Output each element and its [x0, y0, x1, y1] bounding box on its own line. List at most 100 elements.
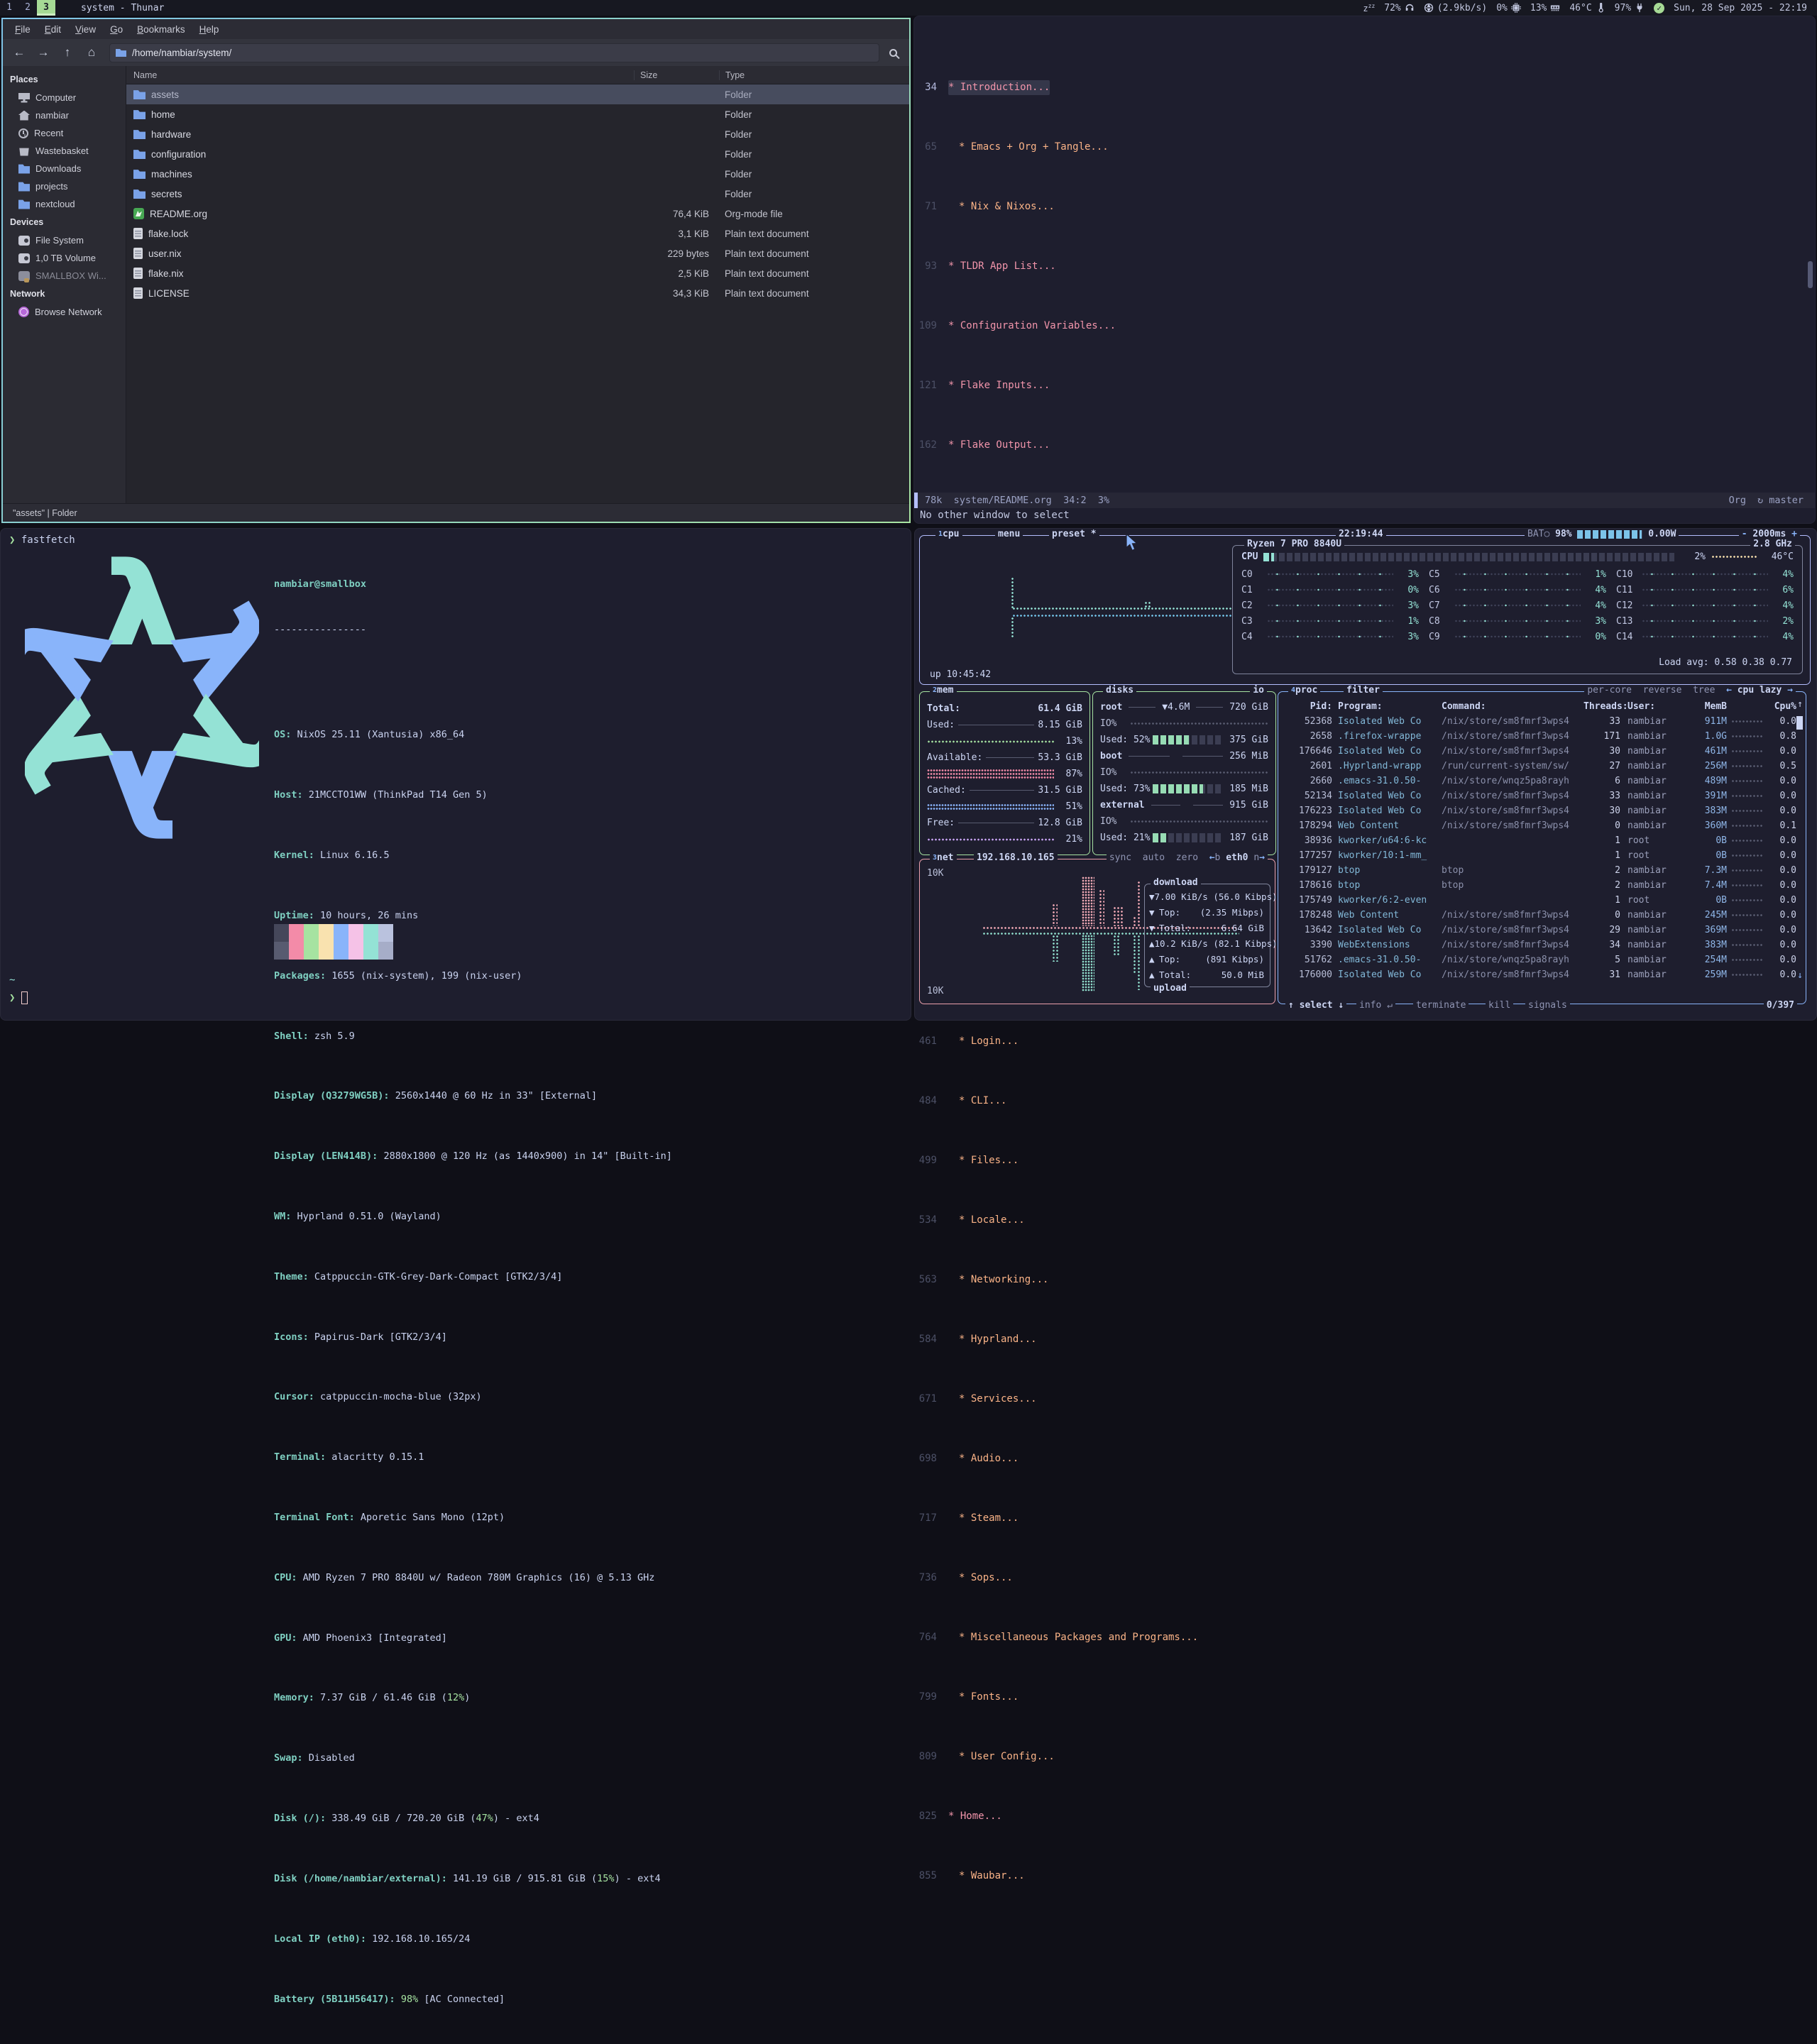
sidebar-place-item[interactable]: Wastebasket — [3, 142, 126, 160]
proc-footer-terminate[interactable]: terminate — [1413, 1000, 1469, 1011]
file-row[interactable]: assets Folder — [126, 84, 909, 104]
proc-options[interactable]: per-core reverse tree ← cpu lazy → — [1584, 685, 1796, 696]
emacs-scrollbar[interactable] — [1808, 261, 1813, 288]
sidebar-place-item[interactable]: Computer — [3, 89, 126, 106]
sidebar-place-item[interactable]: projects — [3, 177, 126, 195]
home-button[interactable]: ⌂ — [81, 43, 102, 62]
line-number: 65 — [914, 140, 948, 155]
back-button[interactable]: ← — [9, 43, 30, 62]
file-row[interactable]: user.nix 229 bytes Plain text document — [126, 243, 909, 263]
process-command: /nix/store/sm8fmrf3wps4 — [1442, 820, 1583, 831]
menu-item[interactable]: File — [9, 21, 37, 38]
sidebar-place-item[interactable]: Recent — [3, 124, 126, 142]
file-row[interactable]: LICENSE 34,3 KiB Plain text document — [126, 283, 909, 303]
process-row[interactable]: 13642 Isolated Web Co /nix/store/sm8fmrf… — [1278, 923, 1806, 938]
org-heading-line: 109 * Configuration Variables... — [914, 319, 1815, 334]
file-row[interactable]: home Folder — [126, 104, 909, 124]
proc-tab[interactable]: 4proc — [1288, 685, 1320, 696]
file-icon — [133, 109, 146, 119]
io-toggle[interactable]: io — [1250, 685, 1267, 696]
column-type[interactable]: Type — [719, 70, 909, 80]
menu-item[interactable]: Edit — [38, 21, 67, 38]
path-bar[interactable]: /home/nambiar/system/ — [109, 43, 879, 62]
sidebar-device-item[interactable]: SMALLBOX Wi... — [3, 267, 126, 285]
menu-button[interactable]: menu — [995, 529, 1023, 539]
proc-footer-select[interactable]: ↑ select ↓ — [1285, 1000, 1346, 1011]
net-controls[interactable]: sync auto zero ←b eth0 n→ — [1107, 852, 1268, 863]
process-row[interactable]: 179127 btop btop 2 nambiar 7.3M 0.0 — [1278, 863, 1806, 878]
process-row[interactable]: 38936 kworker/u64:6-kc 1 root 0B 0.0 — [1278, 833, 1806, 848]
menu-item[interactable]: Go — [104, 21, 129, 38]
proc-footer-signals[interactable]: signals — [1525, 1000, 1570, 1011]
scroll-up-indicator[interactable]: ↑ — [1797, 699, 1803, 710]
workspace-button[interactable]: 2 — [18, 0, 37, 16]
header-program[interactable]: Program: — [1338, 701, 1442, 712]
header-command[interactable]: Command: — [1442, 701, 1583, 712]
column-name[interactable]: Name — [126, 70, 634, 80]
proc-footer-info[interactable]: info ↵ — [1356, 1000, 1395, 1011]
cpu-tab[interactable]: 1cpu — [935, 529, 962, 539]
file-row[interactable]: README.org 76,4 KiB Org-mode file — [126, 204, 909, 224]
sidebar-device-item[interactable]: 1,0 TB Volume — [3, 249, 126, 267]
workspace-button[interactable]: 3 — [37, 0, 55, 16]
process-row[interactable]: 2660 .emacs-31.0.50- /nix/store/wnqz5pa8… — [1278, 774, 1806, 789]
forward-button[interactable]: → — [33, 43, 54, 62]
process-row[interactable]: 2601 .Hyprland-wrapp /run/current-system… — [1278, 759, 1806, 774]
sidebar-network-item[interactable]: Browse Network — [3, 303, 126, 321]
process-user: root — [1620, 835, 1684, 846]
process-program: kworker/u64:6-kc — [1338, 835, 1442, 846]
header-user[interactable]: User: — [1620, 701, 1684, 712]
process-row[interactable]: 52134 Isolated Web Co /nix/store/sm8fmrf… — [1278, 789, 1806, 803]
process-row[interactable]: 178616 btop btop 2 nambiar 7.4M 0.0 — [1278, 878, 1806, 893]
workspace-button[interactable]: 1 — [0, 0, 18, 16]
process-row[interactable]: 175749 kworker/6:2-even 1 root 0B 0.0 — [1278, 893, 1806, 908]
header-mem[interactable]: MemB — [1684, 701, 1727, 712]
palette-swatch — [274, 924, 289, 942]
process-row[interactable]: 178248 Web Content /nix/store/sm8fmrf3wp… — [1278, 908, 1806, 923]
file-row[interactable]: secrets Folder — [126, 184, 909, 204]
org-heading-text: * Files... — [948, 1153, 1019, 1168]
sidebar-place-item[interactable]: nambiar — [3, 106, 126, 124]
mem-tab[interactable]: 2mem — [930, 685, 957, 696]
proc-scrollbar-thumb[interactable] — [1796, 716, 1803, 730]
file-row[interactable]: flake.nix 2,5 KiB Plain text document — [126, 263, 909, 283]
process-row[interactable]: 178294 Web Content /nix/store/sm8fmrf3wp… — [1278, 818, 1806, 833]
net-stat-row: ▼ Total: 6.64 GiB — [1149, 920, 1264, 935]
disks-tab[interactable]: disks — [1103, 685, 1136, 696]
menu-item[interactable]: Bookmarks — [131, 21, 192, 38]
mem-entry: Used:8.15 GiB 13% — [927, 717, 1082, 749]
process-row[interactable]: 51762 .emacs-31.0.50- /nix/store/wnqz5pa… — [1278, 952, 1806, 967]
process-row[interactable]: 177257 kworker/10:1-mm_ 1 root 0B 0.0 — [1278, 848, 1806, 863]
sidebar-device-item[interactable]: File System — [3, 231, 126, 249]
file-row[interactable]: flake.lock 3,1 KiB Plain text document — [126, 224, 909, 243]
up-button[interactable]: ↑ — [57, 43, 78, 62]
process-row[interactable]: 52368 Isolated Web Co /nix/store/sm8fmrf… — [1278, 714, 1806, 729]
preset-button[interactable]: preset * — [1049, 529, 1099, 539]
process-row[interactable]: 176000 Isolated Web Co /nix/store/sm8fmr… — [1278, 967, 1806, 982]
header-pid[interactable]: Pid: — [1283, 701, 1338, 712]
net-tab[interactable]: 3net — [930, 852, 957, 863]
process-row[interactable]: 2658 .firefox-wrappe /nix/store/sm8fmrf3… — [1278, 729, 1806, 744]
filter-button[interactable]: filter — [1344, 685, 1383, 696]
header-threads[interactable]: Threads: — [1583, 701, 1620, 712]
menu-item[interactable]: View — [69, 21, 102, 38]
disk-entry: external915 GiB IO% Used: 21%187 GiB — [1100, 797, 1268, 846]
sidebar-place-item[interactable]: nextcloud — [3, 195, 126, 213]
column-size[interactable]: Size — [634, 70, 719, 80]
menu-item[interactable]: Help — [193, 21, 226, 38]
proc-header[interactable]: Pid: Program: Command: Threads: User: Me… — [1278, 699, 1806, 714]
file-row[interactable]: configuration Folder — [126, 144, 909, 164]
update-interval[interactable]: - 2000ms + — [1739, 529, 1800, 539]
file-row[interactable]: machines Folder — [126, 164, 909, 184]
process-row[interactable]: 176646 Isolated Web Co /nix/store/sm8fmr… — [1278, 744, 1806, 759]
process-row[interactable]: 176223 Isolated Web Co /nix/store/sm8fmr… — [1278, 803, 1806, 818]
header-cpu[interactable]: Cpu% — [1767, 701, 1796, 712]
core-pct: 4% — [1772, 632, 1794, 642]
search-button[interactable] — [882, 43, 904, 62]
sidebar-place-item[interactable]: Downloads — [3, 160, 126, 177]
core-graph — [1642, 603, 1768, 608]
scroll-down-indicator[interactable]: ↓ — [1797, 970, 1803, 981]
file-row[interactable]: hardware Folder — [126, 124, 909, 144]
process-row[interactable]: 3390 WebExtensions /nix/store/sm8fmrf3wp… — [1278, 938, 1806, 952]
proc-footer-kill[interactable]: kill — [1486, 1000, 1513, 1011]
